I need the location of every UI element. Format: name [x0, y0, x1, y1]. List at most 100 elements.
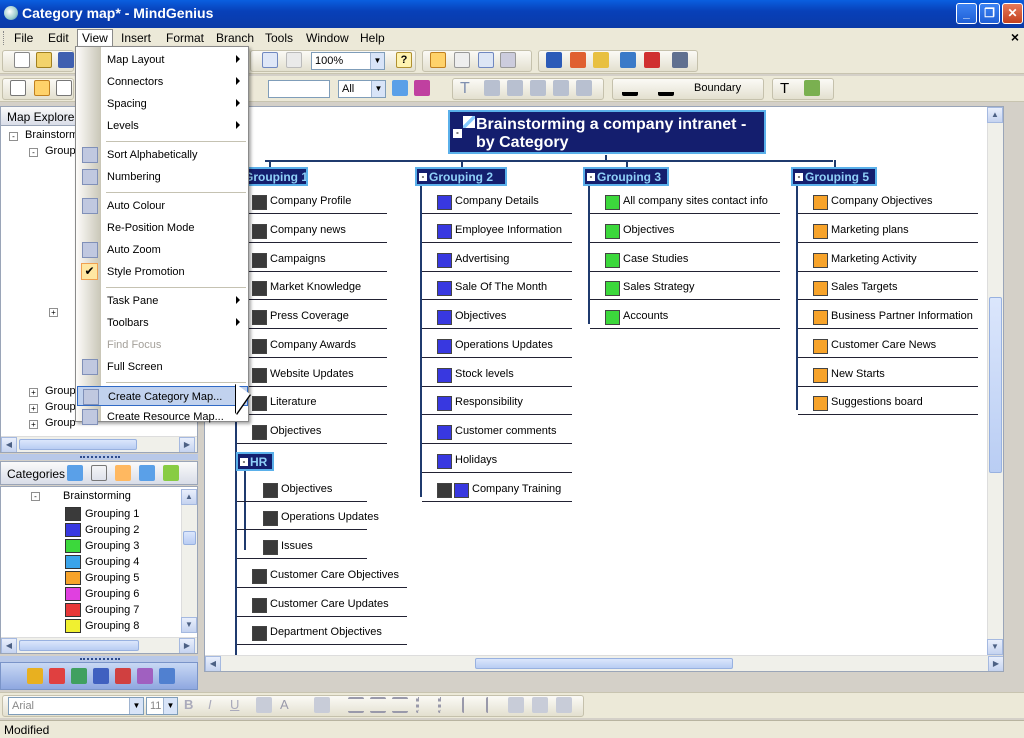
- expander-icon[interactable]: -: [9, 132, 18, 141]
- menu-file[interactable]: File: [12, 31, 35, 47]
- layout-tree-icon[interactable]: [10, 80, 26, 96]
- menu-window[interactable]: Window: [304, 31, 351, 47]
- group-node[interactable]: - Grouping 2: [415, 167, 507, 186]
- category-grid-icon[interactable]: [67, 465, 83, 481]
- collapse-icon[interactable]: -: [795, 173, 803, 181]
- numbered-list-icon[interactable]: [438, 697, 454, 713]
- pdf-export-icon[interactable]: [644, 52, 660, 68]
- align-right-icon[interactable]: [392, 697, 408, 713]
- scroll-up-icon[interactable]: ▲: [987, 107, 1003, 123]
- category-item[interactable]: Grouping 3: [85, 540, 139, 552]
- menu-item-sort-alphabetically[interactable]: Sort Alphabetically: [77, 145, 248, 165]
- minimize-button[interactable]: _: [956, 3, 977, 24]
- scroll-left-icon[interactable]: ◀: [1, 638, 17, 653]
- expander-icon[interactable]: +: [29, 404, 38, 413]
- expander-icon[interactable]: -: [31, 492, 40, 501]
- word-export-icon[interactable]: [546, 52, 562, 68]
- canvas-hscroll[interactable]: ◀ ▶: [205, 655, 1003, 671]
- scroll-down-icon[interactable]: ▼: [181, 617, 197, 633]
- zoom-icon[interactable]: [500, 52, 516, 68]
- category-tree-icon[interactable]: [91, 465, 107, 481]
- scroll-down-icon[interactable]: ▼: [987, 639, 1003, 655]
- map-canvas[interactable]: - Brainstorming a company intranet - by …: [204, 106, 1004, 672]
- scroll-right-icon[interactable]: ▶: [179, 638, 195, 653]
- tree-item[interactable]: Group: [45, 145, 76, 157]
- category-item[interactable]: Grouping 1: [85, 508, 139, 520]
- house-icon[interactable]: [71, 668, 87, 684]
- category-item[interactable]: Grouping 4: [85, 556, 139, 568]
- canvas-vscroll[interactable]: ▲ ▼: [987, 107, 1003, 655]
- menu-item-connectors[interactable]: Connectors: [77, 72, 248, 92]
- fill-colour-icon[interactable]: [658, 80, 674, 96]
- shape-icon[interactable]: [484, 80, 500, 96]
- people-icon[interactable]: [137, 668, 153, 684]
- new-map-icon[interactable]: [14, 52, 30, 68]
- hand-icon[interactable]: [454, 52, 470, 68]
- bullets-icon[interactable]: [416, 697, 432, 713]
- help-icon[interactable]: ?: [396, 52, 412, 68]
- category-item[interactable]: Grouping 5: [85, 572, 139, 584]
- funnel-icon[interactable]: [392, 80, 408, 96]
- scroll-up-icon[interactable]: ▲: [181, 489, 197, 505]
- expander-icon[interactable]: +: [29, 420, 38, 429]
- menu-item-create-resource-map[interactable]: Create Resource Map...: [77, 407, 248, 427]
- category-item[interactable]: Grouping 8: [85, 620, 139, 632]
- menu-tools[interactable]: Tools: [263, 31, 295, 47]
- panel-splitter[interactable]: [0, 454, 198, 460]
- tree-item[interactable]: Group: [45, 401, 76, 413]
- expander-icon[interactable]: -: [29, 148, 38, 157]
- open-icon[interactable]: [36, 52, 52, 68]
- redo-icon[interactable]: [286, 52, 302, 68]
- menu-item-re-position-mode[interactable]: Re-Position Mode: [77, 218, 248, 238]
- select-arrow-icon[interactable]: [430, 52, 446, 68]
- category-item[interactable]: Grouping 7: [85, 604, 139, 616]
- category-item[interactable]: Grouping 2: [85, 524, 139, 536]
- print-icon[interactable]: [672, 52, 688, 68]
- bold-icon[interactable]: B: [184, 697, 200, 713]
- menu-edit[interactable]: Edit: [46, 31, 71, 47]
- categories-hscroll[interactable]: ◀ ▶: [1, 637, 197, 653]
- menu-item-auto-zoom[interactable]: Auto Zoom: [77, 240, 248, 260]
- align-left-icon[interactable]: [348, 697, 364, 713]
- menu-item-levels[interactable]: Levels: [77, 116, 248, 136]
- expander-icon[interactable]: +: [29, 388, 38, 397]
- marker-icon[interactable]: [414, 80, 430, 96]
- italic-icon[interactable]: I: [208, 697, 224, 713]
- menu-item-numbering[interactable]: Numbering: [77, 167, 248, 187]
- menu-item-full-screen[interactable]: Full Screen: [77, 357, 248, 377]
- category-list-icon[interactable]: [115, 465, 131, 481]
- text-style-icon[interactable]: T: [780, 80, 796, 97]
- project-export-icon[interactable]: [593, 52, 609, 68]
- tree-item[interactable]: Group: [45, 385, 76, 397]
- tick-icon[interactable]: [49, 668, 65, 684]
- underline-icon[interactable]: U: [230, 697, 246, 713]
- scroll-right-icon[interactable]: ▶: [988, 656, 1003, 671]
- menu-branch[interactable]: Branch: [214, 31, 256, 47]
- text-icon[interactable]: T: [460, 80, 476, 97]
- menu-insert[interactable]: Insert: [119, 31, 153, 47]
- menu-format[interactable]: Format: [164, 31, 206, 47]
- pen-icon[interactable]: [93, 668, 109, 684]
- hr-node[interactable]: - HR: [236, 451, 274, 471]
- group-node[interactable]: - Grouping 3: [583, 167, 669, 186]
- refresh-icon[interactable]: [478, 52, 494, 68]
- collapse-icon[interactable]: -: [240, 457, 248, 466]
- collapse-icon[interactable]: -: [453, 129, 462, 138]
- link-icon[interactable]: [576, 80, 592, 96]
- link-icon[interactable]: [256, 697, 272, 713]
- line-colour-icon[interactable]: [622, 80, 638, 96]
- align-centre-icon[interactable]: [370, 697, 386, 713]
- category-item[interactable]: Grouping 6: [85, 588, 139, 600]
- collapse-icon[interactable]: -: [419, 173, 427, 181]
- layout-org-icon[interactable]: [34, 80, 50, 96]
- tick-icon[interactable]: [553, 80, 569, 96]
- table-icon[interactable]: [508, 697, 524, 713]
- eyedropper-icon[interactable]: [163, 465, 179, 481]
- collapse-icon[interactable]: -: [587, 173, 595, 181]
- undo-icon[interactable]: [262, 52, 278, 68]
- merge-icon[interactable]: [556, 697, 572, 713]
- scroll-right-icon[interactable]: ▶: [179, 437, 195, 452]
- scroll-left-icon[interactable]: ◀: [205, 656, 221, 671]
- categories-root[interactable]: Brainstorming: [63, 490, 131, 502]
- group-node[interactable]: - Grouping 5: [791, 167, 877, 186]
